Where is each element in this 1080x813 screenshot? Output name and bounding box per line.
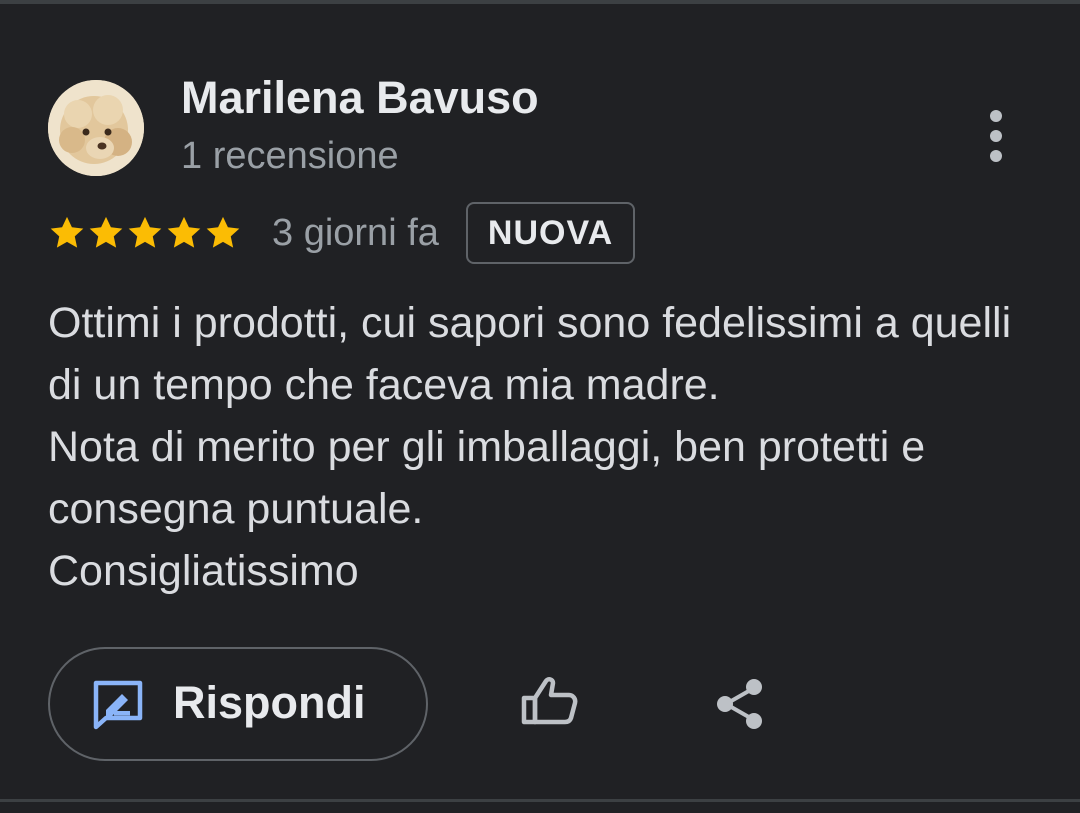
like-button[interactable] [515, 668, 585, 738]
review-count: 1 recensione [181, 135, 399, 177]
share-button[interactable] [708, 672, 772, 736]
thumb-up-icon [521, 677, 578, 725]
new-badge: NUOVA [465, 202, 636, 264]
review-text: Ottimi i prodotti, cui sapori sono fedel… [48, 292, 1038, 602]
reply-label: Rispondi [173, 677, 366, 728]
more-vertical-icon-dot [990, 150, 1002, 162]
review-card: Marilena Bavuso 1 recensione 3 giorni fa… [0, 0, 1080, 813]
star-rating [48, 214, 242, 252]
reply-edit-icon [93, 680, 143, 730]
avatar-photo [48, 80, 144, 176]
star-icon [206, 216, 240, 248]
author-name[interactable]: Marilena Bavuso [181, 72, 539, 124]
star-icon [89, 216, 123, 248]
bottom-divider [0, 799, 1080, 802]
rating-row: 3 giorni fa NUOVA [48, 200, 636, 266]
review-text-line: Ottimi i prodotti, cui sapori sono fedel… [48, 299, 1012, 409]
review-text-line: Nota di merito per gli imballaggi, ben p… [48, 423, 926, 533]
reply-button[interactable]: Rispondi [48, 647, 428, 761]
star-icon [50, 216, 84, 248]
more-vertical-icon [990, 110, 1002, 122]
more-options-button[interactable] [972, 104, 1020, 168]
star-icon [128, 216, 162, 248]
star-icon [167, 216, 201, 248]
review-text-line: Consigliatissimo [48, 547, 359, 595]
more-vertical-icon-dot [990, 130, 1002, 142]
avatar[interactable] [48, 80, 144, 176]
share-icon [717, 679, 762, 729]
review-date: 3 giorni fa [272, 211, 439, 254]
top-divider [0, 0, 1080, 4]
